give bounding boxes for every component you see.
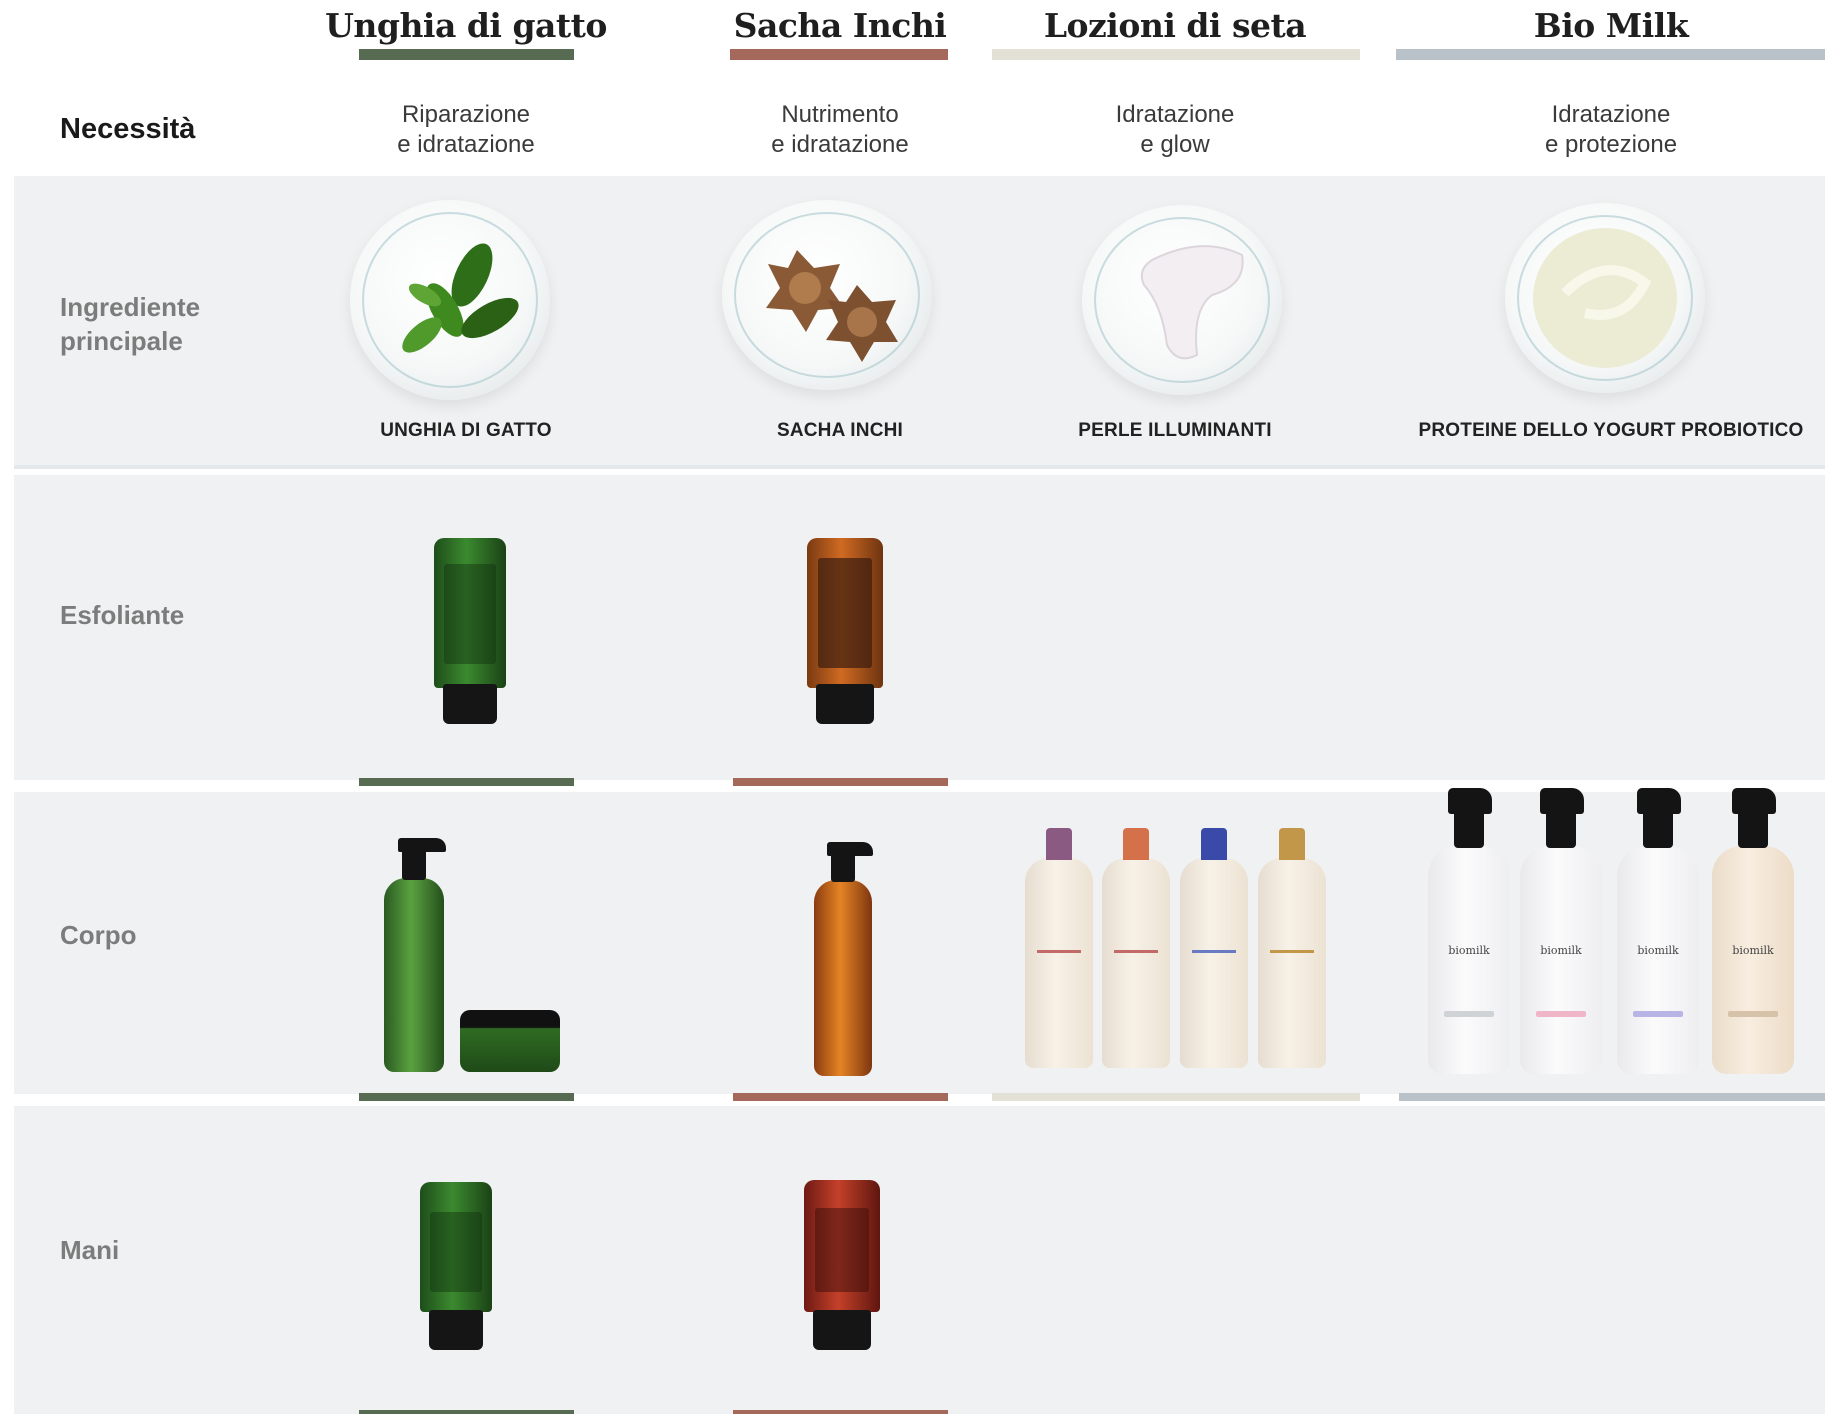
column-bar-sacha-inchi xyxy=(730,49,948,60)
biomilk-bottle-4: biomilk xyxy=(1712,788,1794,1074)
biomilk-bottle-2: biomilk xyxy=(1520,788,1602,1074)
underline-body-biomilk xyxy=(1399,1093,1825,1101)
leaf-icon xyxy=(402,243,519,353)
column-title-bio-milk: Bio Milk xyxy=(1533,6,1689,45)
silk-bottle-purple xyxy=(1025,828,1093,1068)
underline-exfoliant-brown xyxy=(733,778,948,786)
hand-cream-tube-green xyxy=(420,1182,492,1350)
ingredient-proteine-yogurt: PROTEINE DELLO YOGURT PROBIOTICO xyxy=(1418,420,1804,441)
column-bar-bio-milk xyxy=(1396,49,1825,60)
ingredient-unghia-di-gatto: UNGHIA DI GATTO xyxy=(380,420,552,441)
pump-orange-head xyxy=(827,842,873,856)
dish-yogurt-protein xyxy=(1505,203,1705,393)
biomilk-bottle-3: biomilk xyxy=(1617,788,1699,1074)
cream-icon xyxy=(1140,245,1244,360)
body-bottle-green xyxy=(384,878,444,1072)
underline-hands-green xyxy=(359,1410,574,1414)
yogurt-icon xyxy=(1533,228,1677,368)
body-bottle-orange xyxy=(814,880,872,1076)
row-label-body: Corpo xyxy=(60,920,137,950)
underline-exfoliant-green xyxy=(359,778,574,786)
silk-bottle-blue xyxy=(1180,828,1248,1068)
silk-bottle-orange xyxy=(1102,828,1170,1068)
column-bar-lozioni-di-seta xyxy=(992,49,1360,60)
biomilk-bottle-1: biomilk xyxy=(1428,788,1510,1074)
band-exfoliant xyxy=(14,475,1825,780)
band-hands xyxy=(14,1106,1825,1414)
underline-body-brown xyxy=(733,1093,948,1101)
underline-body-silk xyxy=(992,1093,1360,1101)
ingredient-perle-illuminanti: PERLE ILLUMINANTI xyxy=(1078,420,1272,441)
exfoliant-tube-orange xyxy=(807,538,883,724)
dish-cat-claw xyxy=(350,200,550,400)
column-bar-unghia-di-gatto xyxy=(359,49,574,60)
body-jar-green xyxy=(460,1010,560,1072)
exfoliant-tube-green xyxy=(434,538,506,724)
row-label-need: Necessità xyxy=(60,113,196,145)
hand-cream-tube-red xyxy=(804,1180,880,1350)
seed-icon xyxy=(766,250,898,362)
underline-body-green xyxy=(359,1093,574,1101)
column-title-unghia-di-gatto: Unghia di gatto xyxy=(325,6,607,45)
pump-green-head xyxy=(398,838,446,852)
underline-hands-brown xyxy=(733,1410,948,1414)
need-lozioni-di-seta: Idratazione e glow xyxy=(1115,101,1235,158)
column-title-sacha-inchi: Sacha Inchi xyxy=(733,6,947,45)
need-unghia-di-gatto: Riparazione e idratazione xyxy=(397,101,535,158)
need-sacha-inchi: Nutrimento e idratazione xyxy=(771,101,909,158)
dish-illuminating-pearls xyxy=(1082,205,1282,395)
row-label-hands: Mani xyxy=(60,1235,120,1265)
row-label-ingredient: Ingrediente principale xyxy=(60,292,201,356)
silk-bottle-gold xyxy=(1258,828,1326,1068)
row-label-exfoliant: Esfoliante xyxy=(60,600,185,630)
dish-sacha-inchi xyxy=(722,200,932,390)
column-title-lozioni-di-seta: Lozioni di seta xyxy=(1043,6,1307,45)
band-divider xyxy=(14,465,1825,469)
need-bio-milk: Idratazione e protezione xyxy=(1544,101,1678,158)
